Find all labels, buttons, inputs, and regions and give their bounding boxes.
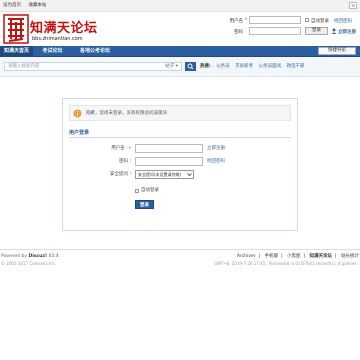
search-bar: 请输入搜索内容 帖子 ▾ 热搜: 公务员 京省新考 公务员面试 政选干部 [0,57,360,77]
site-domain: bbs.zhimantian.com [32,36,83,42]
site-name: 知满天论坛 [30,21,98,36]
security-question-label: 安全提问 : [110,172,131,177]
hot-term[interactable]: 京省新考 [235,64,253,69]
hot-label: 热搜: [200,64,211,69]
nav-tab-exam-forum[interactable]: 考试论坛 [35,46,70,57]
search-icon [187,63,194,70]
title-divider [69,137,291,138]
login-title: 用户登录 [69,130,90,136]
nav-tab-local-forum[interactable]: 各地公考论坛 [72,46,118,57]
register-now-link[interactable]: 立即注册 [207,144,225,153]
register-link[interactable]: 立即注册 [338,29,356,35]
search-input[interactable]: 请输入搜索内容 帖子 ▾ [4,62,182,71]
search-button[interactable] [185,62,196,71]
footer-divider [0,249,360,250]
copyright-text: © 2001-2017 Comsenz Inc. [1,261,57,266]
header-username-label: 用户名 [229,19,244,24]
auto-login-panel-label: 自动登录 [141,188,159,193]
header-username-marker: ▾ [245,17,248,22]
footer-link-site[interactable]: 知满天论坛 [310,254,333,259]
header-username-input[interactable] [249,16,301,24]
security-question-value: 安全提问(未设置请忽略) [138,172,182,177]
forgot-password-link[interactable]: 找回密码 [334,18,352,24]
seal-icon [3,14,29,44]
auto-login-label: 自动登录 [311,19,329,24]
username-label: 用户名 :▾ [111,146,131,151]
security-question-select[interactable]: 安全提问(未设置请忽略) [135,170,194,179]
notice-message: 抱歉，您尚未登录，没有权限访问该版块 [86,111,167,116]
username-marker: ▾ [128,146,131,151]
header-password-label: 密码 [234,30,243,35]
footer-powered: Powered by Discuz! X3.4 © 2001-2017 Coms… [1,253,59,267]
top-bar: 设为首页 收藏本站 ☰ [0,0,360,12]
quick-nav-button[interactable]: 快捷导航 [318,47,356,55]
info-icon [73,109,82,118]
set-homepage-link[interactable]: 设为首页 [3,3,21,8]
powered-by-text: Powered by [1,254,28,259]
nav-tab-home[interactable]: 知满天首页 [0,46,33,57]
footer-link-stats[interactable]: 站长统计 [341,254,359,259]
header-password-input[interactable] [249,27,301,35]
auto-login-checkbox[interactable] [305,18,309,22]
forgot-password-panel-link[interactable]: 找回密码 [207,157,225,166]
search-type-select[interactable]: 帖子 ▾ [165,63,178,70]
login-panel: 抱歉，您尚未登录，没有权限访问该版块 用户登录 用户名 :▾ 立即注册 密码 :… [62,98,298,231]
search-placeholder: 请输入搜索内容 [8,64,40,69]
main-nav: 知满天首页 考试论坛 各地公考论坛 快捷导航 [0,46,360,57]
bookmark-link[interactable]: 收藏本站 [28,3,46,8]
header-login-form: 用户名 ▾ 自动登录 找回密码 密码 登录 立即注册 [221,16,356,44]
site-logo[interactable]: 知满天论坛 bbs.zhimantian.com [3,14,113,44]
footer-link-archiver[interactable]: Archiver [237,254,256,259]
hot-term[interactable]: 公务员 [216,64,230,69]
login-submit-button[interactable]: 登录 [135,200,154,209]
chevron-down-icon [187,173,192,177]
menu-icon[interactable]: ☰ [349,2,357,9]
discuz-link[interactable]: Discuz! [29,254,48,259]
site-header: 知满天论坛 bbs.zhimantian.com 用户名 ▾ 自动登录 找回密码… [0,12,360,46]
notice-box: 抱歉，您尚未登录，没有权限访问该版块 [69,105,291,121]
hot-term[interactable]: 公务员面试 [259,64,282,69]
password-label: 密码 : [119,159,131,164]
password-input[interactable] [135,157,203,166]
register-icon [331,28,337,34]
processing-time: GMT+8, 2019-7-26 17:45 , Processed in 0.… [214,261,359,266]
auto-login-panel-checkbox[interactable] [135,189,139,193]
footer-link-blackroom[interactable]: 小黑屋 [287,254,301,259]
footer-links: Archiver | 手机版 | 小黑屋 | 知满天论坛 | 站长统计 GMT+8, 2… [214,254,359,266]
hot-search: 热搜: 公务员 京省新考 公务员面试 政选干部 [200,62,305,71]
header-login-button[interactable]: 登录 [305,27,328,35]
version-text: X3.4 [48,254,59,259]
username-input[interactable] [135,144,203,153]
hot-term[interactable]: 政选干部 [287,64,305,69]
footer-link-mobile[interactable]: 手机版 [265,254,279,259]
